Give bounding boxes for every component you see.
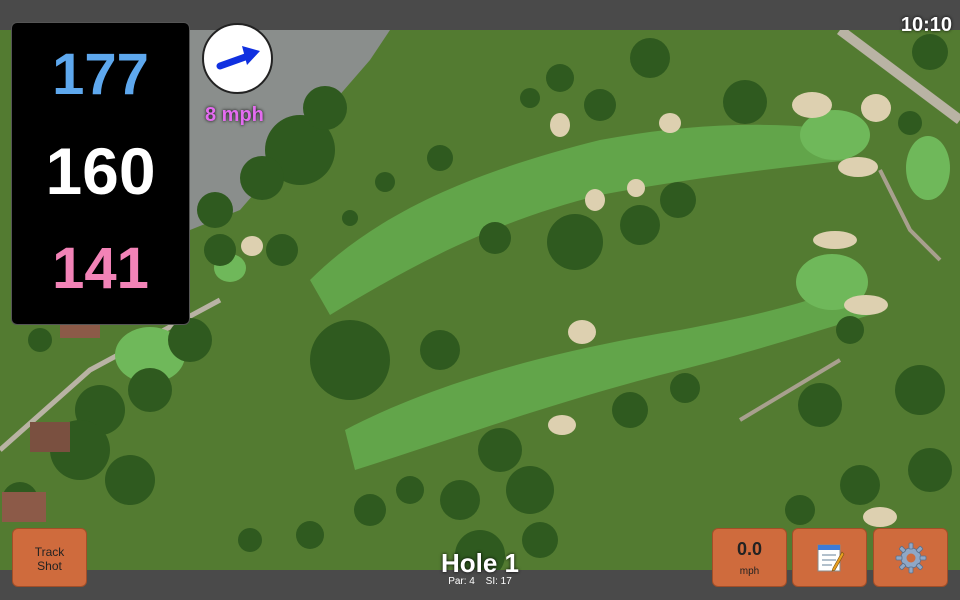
distance-front: 141: [52, 236, 149, 301]
track-shot-button[interactable]: Track Shot: [12, 528, 87, 587]
clock: 10:10: [900, 14, 952, 36]
track-shot-label-line2: Shot: [37, 559, 62, 573]
settings-button[interactable]: [873, 528, 948, 587]
gear-icon: [895, 542, 926, 573]
notepad-icon: [817, 544, 844, 571]
distance-middle: 160: [45, 134, 156, 208]
hole-par: Par: 4: [448, 576, 475, 587]
speed-button[interactable]: 0.0 mph: [712, 528, 787, 587]
notes-button[interactable]: [792, 528, 867, 587]
speed-value: 0.0: [736, 539, 763, 559]
track-shot-label-line1: Track: [34, 545, 65, 559]
wind-direction-indicator: [202, 23, 273, 94]
speed-unit: mph: [739, 566, 760, 577]
hole-title: Hole 1: [440, 548, 520, 578]
arrow-right-icon: [216, 46, 260, 70]
wind-speed-label: 8 mph: [205, 104, 264, 126]
hole-stroke-index: SI: 17: [485, 576, 512, 587]
distance-panel: 177 160 141: [11, 22, 190, 325]
distance-back: 177: [52, 42, 149, 107]
hole-info: Par: 4 SI: 17: [380, 576, 580, 587]
